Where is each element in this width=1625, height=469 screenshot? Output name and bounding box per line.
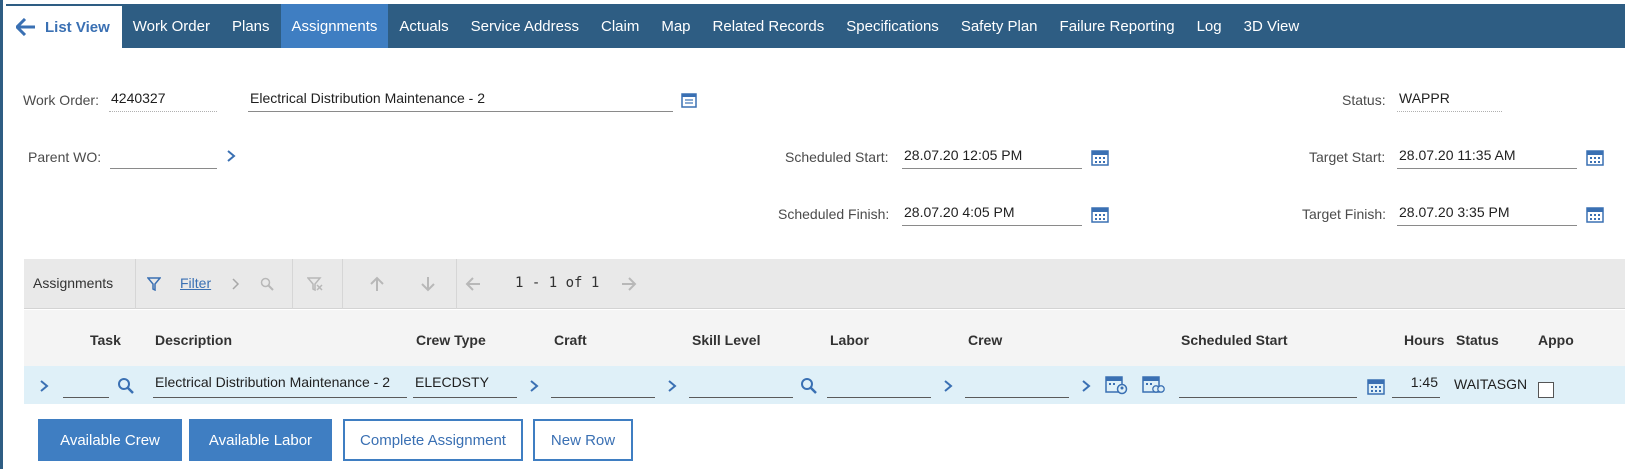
task-input[interactable] (63, 374, 109, 398)
status-field[interactable]: WAPPR (1397, 90, 1502, 112)
assign-crew-calendar-icon[interactable] (1142, 374, 1166, 396)
parent-wo-detail-chevron-icon[interactable] (225, 149, 237, 163)
scheduled-start-calendar-icon[interactable] (1091, 148, 1109, 166)
tab-work-order[interactable]: Work Order (122, 4, 221, 48)
work-order-label: Work Order: (23, 92, 99, 108)
filter-icon[interactable] (147, 277, 161, 291)
tab-assignments[interactable]: Assignments (280, 4, 389, 48)
available-crew-button[interactable]: Available Crew (38, 419, 182, 461)
crew-input[interactable] (965, 374, 1069, 398)
hours-input[interactable]: 1:45 (1392, 374, 1440, 398)
tab-claim[interactable]: Claim (590, 4, 650, 48)
app-frame: List View Work Order Plans Assignments A… (0, 0, 1625, 469)
skill-level-lookup-icon[interactable] (800, 377, 818, 395)
toolbar-divider (292, 259, 293, 309)
list-view-label: List View (45, 18, 110, 36)
tab-log[interactable]: Log (1186, 4, 1233, 48)
tab-plans[interactable]: Plans (221, 4, 281, 48)
tab-safety-plan[interactable]: Safety Plan (950, 4, 1049, 48)
scheduled-finish-calendar-icon[interactable] (1091, 205, 1109, 223)
appointment-checkbox[interactable] (1538, 382, 1554, 398)
new-row-button[interactable]: New Row (533, 419, 633, 461)
column-header-status[interactable]: Status (1456, 332, 1499, 348)
scheduled-start-field[interactable]: 28.07.20 12:05 PM (902, 147, 1082, 169)
scheduled-finish-field[interactable]: 28.07.20 4:05 PM (902, 204, 1082, 226)
row-expand-chevron-icon[interactable] (39, 379, 49, 393)
column-header-skill-level[interactable]: Skill Level (692, 332, 760, 348)
parent-wo-label: Parent WO: (28, 149, 102, 165)
next-page-arrow-icon[interactable] (621, 277, 637, 291)
target-finish-calendar-icon[interactable] (1586, 205, 1604, 223)
status-label: Status: (1342, 92, 1386, 108)
column-header-craft[interactable]: Craft (554, 332, 587, 348)
target-finish-label: Target Finish: (1302, 206, 1387, 222)
table-row[interactable]: Electrical Distribution Maintenance - 2 … (24, 366, 1625, 404)
work-order-field[interactable]: 4240327 (109, 90, 217, 112)
available-labor-button[interactable]: Available Labor (189, 419, 332, 461)
target-start-calendar-icon[interactable] (1586, 148, 1604, 166)
crew-type-detail-chevron-icon[interactable] (529, 379, 539, 393)
toolbar-divider (456, 259, 457, 309)
column-header-appointment[interactable]: Appo (1538, 332, 1574, 348)
clear-filter-icon[interactable] (307, 277, 323, 291)
pagination-text: 1 - 1 of 1 (515, 275, 600, 291)
back-arrow-icon (16, 18, 35, 36)
sort-down-arrow-icon[interactable] (421, 276, 435, 292)
tab-bar: List View Work Order Plans Assignments A… (6, 4, 1625, 48)
complete-assignment-button[interactable]: Complete Assignment (343, 419, 523, 461)
target-start-field[interactable]: 28.07.20 11:35 AM (1397, 147, 1577, 169)
assignments-table-header: Task Description Crew Type Craft Skill L… (24, 310, 1625, 366)
toolbar-divider (342, 259, 343, 309)
tab-actuals[interactable]: Actuals (388, 4, 459, 48)
description-input[interactable]: Electrical Distribution Maintenance - 2 (153, 374, 407, 398)
target-finish-field[interactable]: 28.07.20 3:35 PM (1397, 204, 1577, 226)
parent-wo-field[interactable] (110, 147, 217, 169)
task-lookup-icon[interactable] (117, 377, 135, 395)
assign-labor-calendar-icon[interactable] (1105, 374, 1129, 396)
craft-input[interactable] (551, 374, 655, 398)
scheduled-finish-label: Scheduled Finish: (778, 206, 890, 222)
column-header-hours[interactable]: Hours (1404, 332, 1444, 348)
filter-expand-chevron-icon[interactable] (231, 278, 241, 290)
search-icon[interactable] (260, 277, 274, 291)
toolbar-divider (135, 259, 136, 309)
tab-3d-view[interactable]: 3D View (1233, 4, 1311, 48)
sort-up-arrow-icon[interactable] (370, 276, 384, 292)
column-header-labor[interactable]: Labor (830, 332, 869, 348)
skill-level-input[interactable] (689, 374, 793, 398)
column-header-description[interactable]: Description (155, 332, 232, 348)
tab-failure-reporting[interactable]: Failure Reporting (1049, 4, 1186, 48)
scheduled-start-label: Scheduled Start: (785, 149, 889, 165)
tab-related-records[interactable]: Related Records (702, 4, 836, 48)
crew-type-input[interactable]: ELECDSTY (413, 374, 517, 398)
crew-detail-chevron-icon[interactable] (1081, 379, 1091, 393)
column-header-task[interactable]: Task (90, 332, 121, 348)
column-header-scheduled-start[interactable]: Scheduled Start (1181, 332, 1288, 348)
assignments-toolbar: Assignments Filter 1 - 1 of 1 (24, 259, 1625, 309)
row-scheduled-start-calendar-icon[interactable] (1367, 377, 1385, 395)
tab-list-view[interactable]: List View (6, 4, 122, 48)
status-value: WAITASGN (1454, 376, 1528, 392)
long-description-icon[interactable] (680, 91, 698, 109)
tab-map[interactable]: Map (650, 4, 701, 48)
assignments-table-title: Assignments (33, 275, 114, 291)
target-start-label: Target Start: (1309, 149, 1386, 165)
tab-specifications[interactable]: Specifications (835, 4, 950, 48)
column-header-crew-type[interactable]: Crew Type (416, 332, 486, 348)
filter-link[interactable]: Filter (180, 275, 211, 291)
work-order-description-field[interactable]: Electrical Distribution Maintenance - 2 (248, 90, 673, 112)
column-header-crew[interactable]: Crew (968, 332, 1002, 348)
craft-detail-chevron-icon[interactable] (667, 379, 677, 393)
previous-page-arrow-icon[interactable] (465, 277, 481, 291)
scheduled-start-input[interactable] (1179, 374, 1357, 398)
labor-input[interactable] (827, 374, 931, 398)
tab-service-address[interactable]: Service Address (460, 4, 590, 48)
labor-detail-chevron-icon[interactable] (943, 379, 953, 393)
